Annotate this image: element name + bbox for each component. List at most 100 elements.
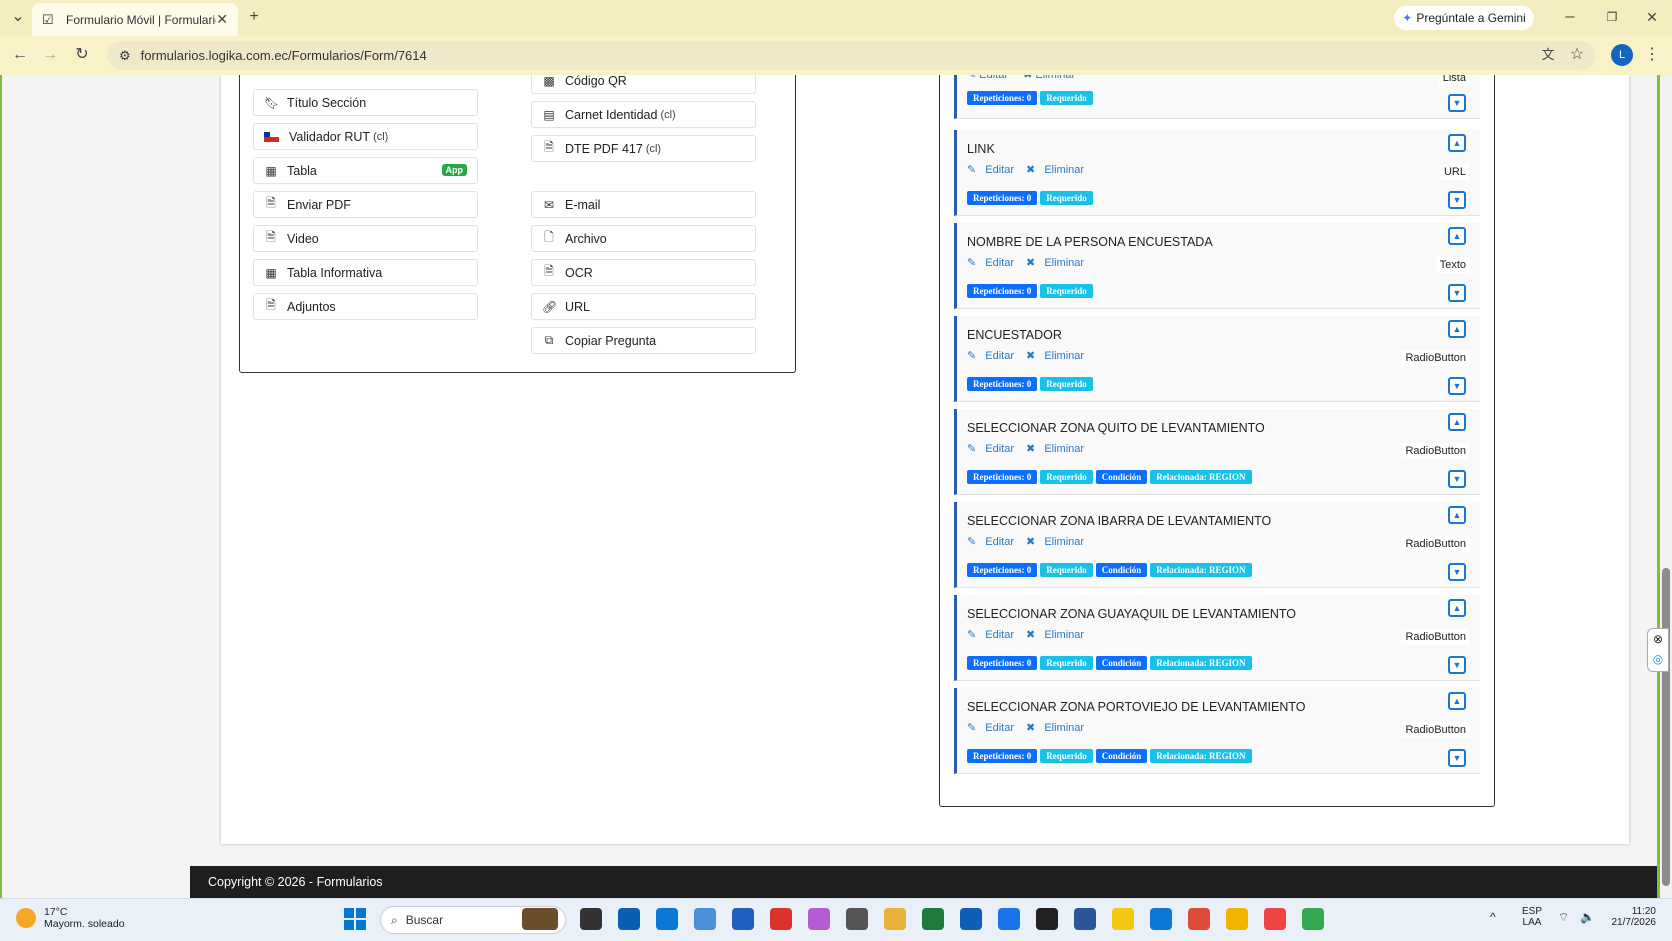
close-window-icon[interactable]: ✕ (1640, 7, 1664, 27)
tool-tabla-informativa[interactable]: ▦ Tabla Informativa (253, 259, 478, 286)
minimize-icon[interactable]: – (1558, 7, 1582, 27)
network-icon[interactable] (694, 908, 716, 930)
clock[interactable]: 11:20 21/7/2026 (1610, 906, 1657, 928)
move-down-icon[interactable]: ▼ (1448, 377, 1466, 395)
news-icon[interactable] (522, 908, 558, 930)
delete-link[interactable]: ✖ Eliminar (1026, 164, 1090, 176)
tray-chevron-icon[interactable]: ^ (1490, 910, 1496, 924)
tool-tabla[interactable]: ▦ Tabla App (253, 157, 478, 184)
edit-link[interactable]: ✎ Editar (967, 257, 1020, 269)
move-up-icon[interactable]: ▲ (1448, 506, 1466, 524)
edit-link[interactable]: ✎ Editar (967, 350, 1020, 362)
move-down-icon[interactable]: ▼ (1448, 191, 1466, 209)
delete-link[interactable]: ✖ Eliminar (1026, 536, 1090, 548)
reload-icon[interactable]: ↻ (70, 45, 94, 65)
tab-list-icon[interactable]: ⌄ (6, 7, 30, 27)
windows-start-icon[interactable] (344, 908, 366, 930)
move-up-icon[interactable]: ▲ (1448, 320, 1466, 338)
move-down-icon[interactable]: ▼ (1448, 284, 1466, 302)
edit-link[interactable]: ✎ Editar (967, 164, 1020, 176)
chrome-icon[interactable] (1188, 908, 1210, 930)
new-tab-icon[interactable]: + (242, 7, 266, 27)
remote-desktop-icon[interactable] (998, 908, 1020, 930)
delete-link[interactable]: ✖ Eliminar (1026, 443, 1090, 455)
paint-icon[interactable] (884, 908, 906, 930)
weather-widget[interactable]: 17°C Mayorm. soleado (16, 906, 125, 930)
tool-ocr[interactable]: 🗎 OCR (531, 259, 756, 286)
delete-link[interactable]: ✖ Eliminar (1026, 629, 1090, 641)
app-icon[interactable] (1150, 908, 1172, 930)
chrome-active-icon[interactable] (1302, 908, 1324, 930)
tool-validador-rut[interactable]: Validador RUT (cl) (253, 123, 478, 150)
forward-icon[interactable]: → (38, 45, 62, 65)
bookmark-star-icon[interactable]: ☆ (1565, 45, 1589, 65)
tool-código-qr[interactable]: ▩ Código QR (531, 75, 756, 94)
outlook-icon[interactable] (960, 908, 982, 930)
terminal-icon[interactable] (1036, 908, 1058, 930)
copilot-icon[interactable] (808, 908, 830, 930)
chrome-profile-icon[interactable] (1264, 908, 1286, 930)
profile-avatar[interactable]: L (1611, 44, 1633, 66)
delete-link[interactable]: ✖ Eliminar (1026, 257, 1090, 269)
word-icon[interactable] (1074, 908, 1096, 930)
store-icon[interactable] (732, 908, 754, 930)
delete-link[interactable]: ✖ Eliminar (1026, 350, 1090, 362)
powerbi-icon[interactable] (1112, 908, 1134, 930)
tool-enviar-pdf[interactable]: 🗎 Enviar PDF (253, 191, 478, 218)
move-up-icon[interactable]: ▲ (1448, 227, 1466, 245)
move-down-icon[interactable]: ▼ (1448, 94, 1466, 112)
tool-copiar-pregunta[interactable]: ⧉ Copiar Pregunta (531, 327, 756, 354)
restore-icon[interactable]: ❐ (1600, 7, 1624, 27)
tool-url[interactable]: 🔗︎ URL (531, 293, 756, 320)
file-explorer-icon[interactable] (1226, 908, 1248, 930)
edit-link[interactable]: ✎ Editar (967, 536, 1020, 548)
move-down-icon[interactable]: ▼ (1448, 470, 1466, 488)
tool-dte-pdf-417[interactable]: 🗎 DTE PDF 417 (cl) (531, 135, 756, 162)
site-info-icon[interactable]: ⚙ (119, 48, 131, 64)
address-bar[interactable]: ⚙ formularios.logika.com.ec/Formularios/… (107, 41, 1596, 70)
tool-carnet-identidad[interactable]: ▤ Carnet Identidad (cl) (531, 101, 756, 128)
move-up-icon[interactable]: ▲ (1448, 692, 1466, 710)
close-circle-icon[interactable]: ⊗ (1648, 629, 1668, 649)
move-up-icon[interactable]: ▲ (1448, 413, 1466, 431)
edit-link[interactable]: ✎ Editar (967, 443, 1020, 455)
question-type: RadioButton (1401, 536, 1470, 552)
browser-tab[interactable]: ☑ Formulario Móvil | Formulario ✕ (32, 3, 238, 36)
move-up-icon[interactable]: ▲ (1448, 599, 1466, 617)
ocr-icon: 🗎 (544, 264, 554, 278)
video-file-icon: 🗎 (266, 230, 276, 244)
close-tab-icon[interactable]: ✕ (216, 11, 228, 28)
side-widget[interactable]: ⊗ ◎ (1647, 628, 1669, 672)
move-up-icon[interactable]: ▲ (1448, 134, 1466, 152)
calculator-icon[interactable] (846, 908, 868, 930)
acrobat-icon[interactable] (770, 908, 792, 930)
target-icon[interactable]: ◎ (1648, 649, 1668, 669)
task-view-icon[interactable] (580, 908, 602, 930)
edit-link[interactable]: ✎ Editar (967, 629, 1020, 641)
back-icon[interactable]: ← (8, 45, 32, 65)
translate-icon[interactable]: 文 (1536, 45, 1560, 65)
tool-adjuntos[interactable]: 🗎 Adjuntos (253, 293, 478, 320)
volume-muted-icon[interactable]: 🔈 (1580, 910, 1595, 924)
question-card: ENCUESTADOR ✎ Editar ✖ Eliminar RadioButton… (954, 316, 1480, 402)
delete-link[interactable]: ✖ Eliminar (1023, 75, 1081, 81)
tool-título-sección[interactable]: 🔖︎ Título Sección (253, 89, 478, 116)
tool-archivo[interactable]: 🗋 Archivo (531, 225, 756, 252)
excel-icon[interactable] (922, 908, 944, 930)
edge-icon[interactable] (656, 908, 678, 930)
move-down-icon[interactable]: ▼ (1448, 656, 1466, 674)
language-indicator[interactable]: ESP LAA (1522, 906, 1542, 928)
move-down-icon[interactable]: ▼ (1448, 749, 1466, 767)
edit-link[interactable]: ✎ Editar (967, 722, 1020, 734)
move-down-icon[interactable]: ▼ (1448, 563, 1466, 581)
teamviewer-icon[interactable] (618, 908, 640, 930)
delete-link[interactable]: ✖ Eliminar (1026, 722, 1090, 734)
gemini-button[interactable]: ✦ Pregúntale a Gemini (1394, 6, 1534, 30)
wifi-icon[interactable]: ⌔ (1558, 910, 1569, 925)
edit-icon: ✎ (967, 722, 977, 734)
tool-e-mail[interactable]: ✉ E-mail (531, 191, 756, 218)
scrollbar-thumb[interactable] (1662, 568, 1670, 886)
edit-link[interactable]: ✎ Editar (967, 75, 1014, 81)
tool-video[interactable]: 🗎 Video (253, 225, 478, 252)
menu-kebab-icon[interactable]: ⋮ (1640, 45, 1664, 65)
